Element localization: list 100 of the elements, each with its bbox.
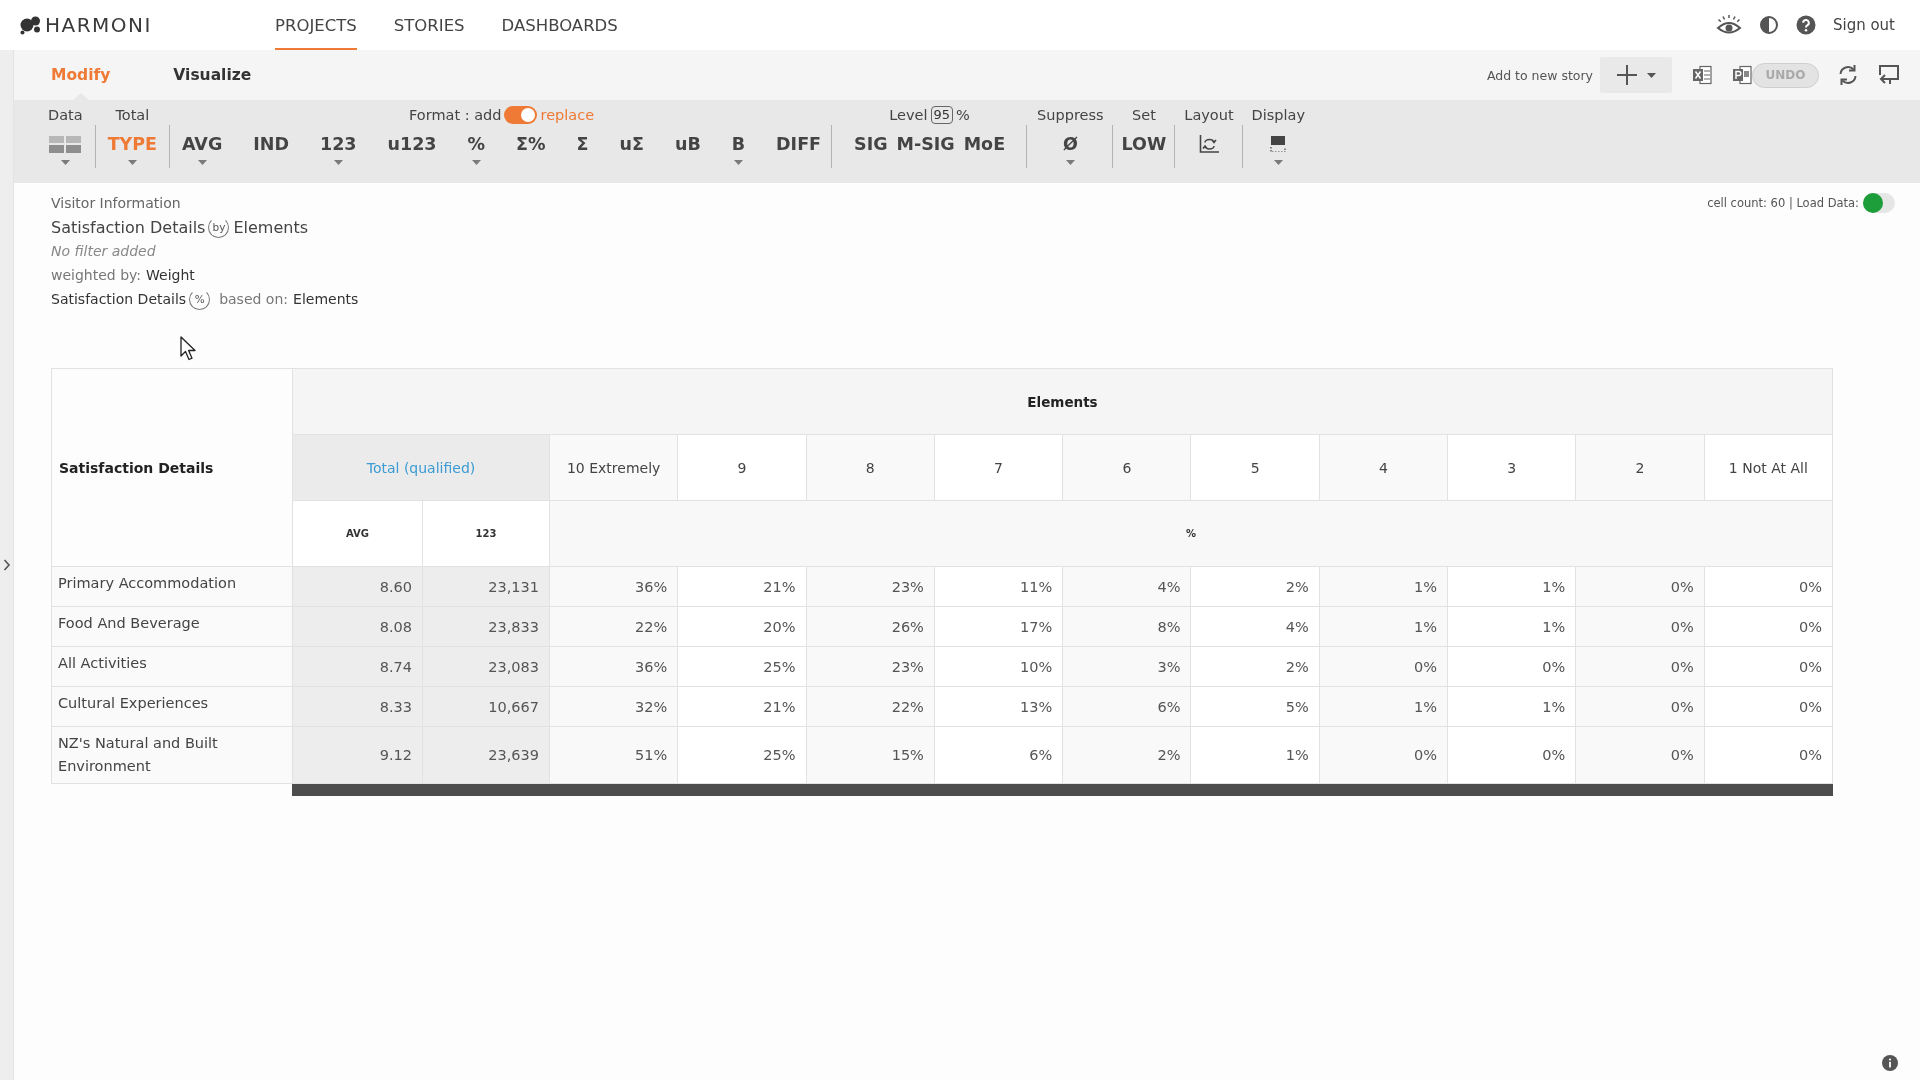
column-header: AVG	[292, 500, 423, 567]
table-cell: 0%	[1319, 646, 1448, 687]
toolbar-button[interactable]: MoE	[963, 130, 1006, 158]
group-label: Format : add	[409, 107, 502, 123]
unit-label: %	[956, 107, 970, 123]
caret-icon[interactable]	[1273, 160, 1283, 165]
toolbar-button[interactable]: B	[731, 130, 746, 165]
weight-value: Weight	[146, 267, 195, 283]
group-label: Total	[115, 107, 150, 123]
percent-variable-text: Satisfaction Details	[51, 291, 187, 307]
toolbar-button[interactable]: IND	[253, 130, 289, 158]
nav-tab[interactable]: STORIES	[393, 0, 465, 50]
table-cell: 0%	[1575, 566, 1705, 607]
table-cell: 26%	[806, 606, 935, 647]
table-cell: 10%	[934, 646, 1063, 687]
toolbar-button[interactable]: Σ%	[516, 130, 546, 158]
sign-out-link[interactable]: Sign out	[1832, 16, 1895, 34]
table-cell: 0%	[1575, 686, 1705, 727]
add-story-button[interactable]	[1600, 57, 1672, 93]
cell-count-text: cell count: 60 | Load Data:	[1707, 196, 1859, 210]
table-cell: 0%	[1319, 726, 1448, 784]
table-cell: 3%	[1062, 646, 1191, 687]
table-cell: 0%	[1575, 606, 1705, 647]
table-cell: 1%	[1191, 726, 1320, 784]
table-cell: 0%	[1575, 646, 1705, 687]
table-cell: 21%	[677, 686, 807, 727]
contrast-icon[interactable]	[1758, 15, 1779, 35]
table-cell: 0%	[1447, 646, 1576, 687]
grid-icon	[49, 135, 82, 153]
caret-icon[interactable]	[1065, 160, 1075, 165]
caret-icon[interactable]	[197, 160, 207, 165]
spreadsheet-icon[interactable]	[1692, 65, 1712, 85]
column-header: 1 Not At All	[1704, 434, 1833, 501]
table-cell: 1%	[1319, 606, 1448, 647]
table-header: Satisfaction Details	[51, 368, 293, 567]
table-cell: 6%	[934, 726, 1063, 784]
column-header: 3	[1447, 434, 1576, 501]
table-cell: 5%	[1191, 686, 1320, 727]
toolbar-button[interactable]: M-SIG	[896, 130, 955, 158]
base-value: Elements	[293, 291, 359, 307]
nav-tab[interactable]: DASHBOARDS	[501, 0, 618, 50]
toolbar-button[interactable]: 123	[319, 130, 357, 165]
column-header: 6	[1062, 434, 1191, 501]
column-header: 123	[422, 500, 550, 567]
table-cell: 36%	[549, 646, 678, 687]
table-cell: 11%	[934, 566, 1063, 607]
row-header: Primary Accommodation	[51, 566, 293, 607]
presentation-icon[interactable]	[1732, 65, 1752, 85]
caret-icon[interactable]	[471, 160, 481, 165]
table-cell: 0%	[1575, 726, 1705, 784]
table-cell: 8.08	[292, 606, 423, 647]
table-cell: 8%	[1062, 606, 1191, 647]
info-icon[interactable]	[1882, 1055, 1898, 1071]
load-data-toggle[interactable]	[1863, 193, 1895, 213]
caret-icon[interactable]	[1647, 72, 1656, 78]
format-toggle[interactable]	[504, 106, 538, 124]
column-header: 5	[1191, 434, 1320, 501]
table-cell: 4%	[1191, 606, 1320, 647]
table-cell: 0%	[1704, 726, 1833, 784]
eye-icon[interactable]	[1715, 14, 1742, 36]
column-header: %	[549, 500, 1833, 567]
table-cell: 0%	[1447, 726, 1576, 784]
table-cell: 8.33	[292, 686, 423, 727]
axes-swap-icon	[1198, 135, 1219, 153]
toolbar-button[interactable]: uΣ	[619, 130, 644, 158]
mode-tab[interactable]: Visualize	[173, 50, 252, 100]
caret-icon[interactable]	[733, 160, 743, 165]
group-label: Set	[1132, 107, 1156, 123]
cursor-icon	[180, 336, 196, 361]
caret-icon[interactable]	[127, 160, 137, 165]
table-cell: 2%	[1191, 566, 1320, 607]
table-cell: 23%	[806, 566, 935, 607]
table-cell: 32%	[549, 686, 678, 727]
column-header: 8	[806, 434, 935, 501]
row-variable-text: Satisfaction Details	[51, 217, 206, 237]
toolbar-button[interactable]: %	[467, 130, 486, 165]
column-variable-text: Elements	[233, 217, 309, 237]
caret-icon[interactable]	[60, 160, 70, 165]
row-header: NZ's Natural and Built Environment	[51, 726, 293, 784]
table-cell: 10,667	[422, 686, 550, 727]
horizontal-scrollbar[interactable]	[292, 784, 1833, 796]
panel-icon	[1270, 136, 1287, 152]
chevron-right-icon[interactable]	[2, 559, 11, 571]
toolbar-button[interactable]: Σ	[576, 130, 589, 158]
toolbar-button[interactable]: u123	[387, 130, 437, 158]
toolbar-button[interactable]: AVG	[182, 130, 223, 165]
level-field[interactable]: 95	[930, 106, 954, 124]
help-icon[interactable]	[1795, 15, 1816, 35]
column-header: 7	[934, 434, 1063, 501]
table-cell: 22%	[806, 686, 935, 727]
toolbar-button[interactable]: Ø	[1062, 130, 1078, 165]
caret-icon[interactable]	[333, 160, 343, 165]
table-cell: 1%	[1447, 686, 1576, 727]
column-header: 10 Extremely	[549, 434, 678, 501]
toolbar-button[interactable]: DIFF	[776, 130, 822, 158]
table-cell: 13%	[934, 686, 1063, 727]
toolbar-button[interactable]: SIG	[854, 130, 888, 158]
toolbar-button[interactable]: LOW	[1121, 130, 1167, 158]
toolbar-button[interactable]: uB	[674, 130, 701, 158]
window-return-icon[interactable]	[1876, 64, 1900, 86]
